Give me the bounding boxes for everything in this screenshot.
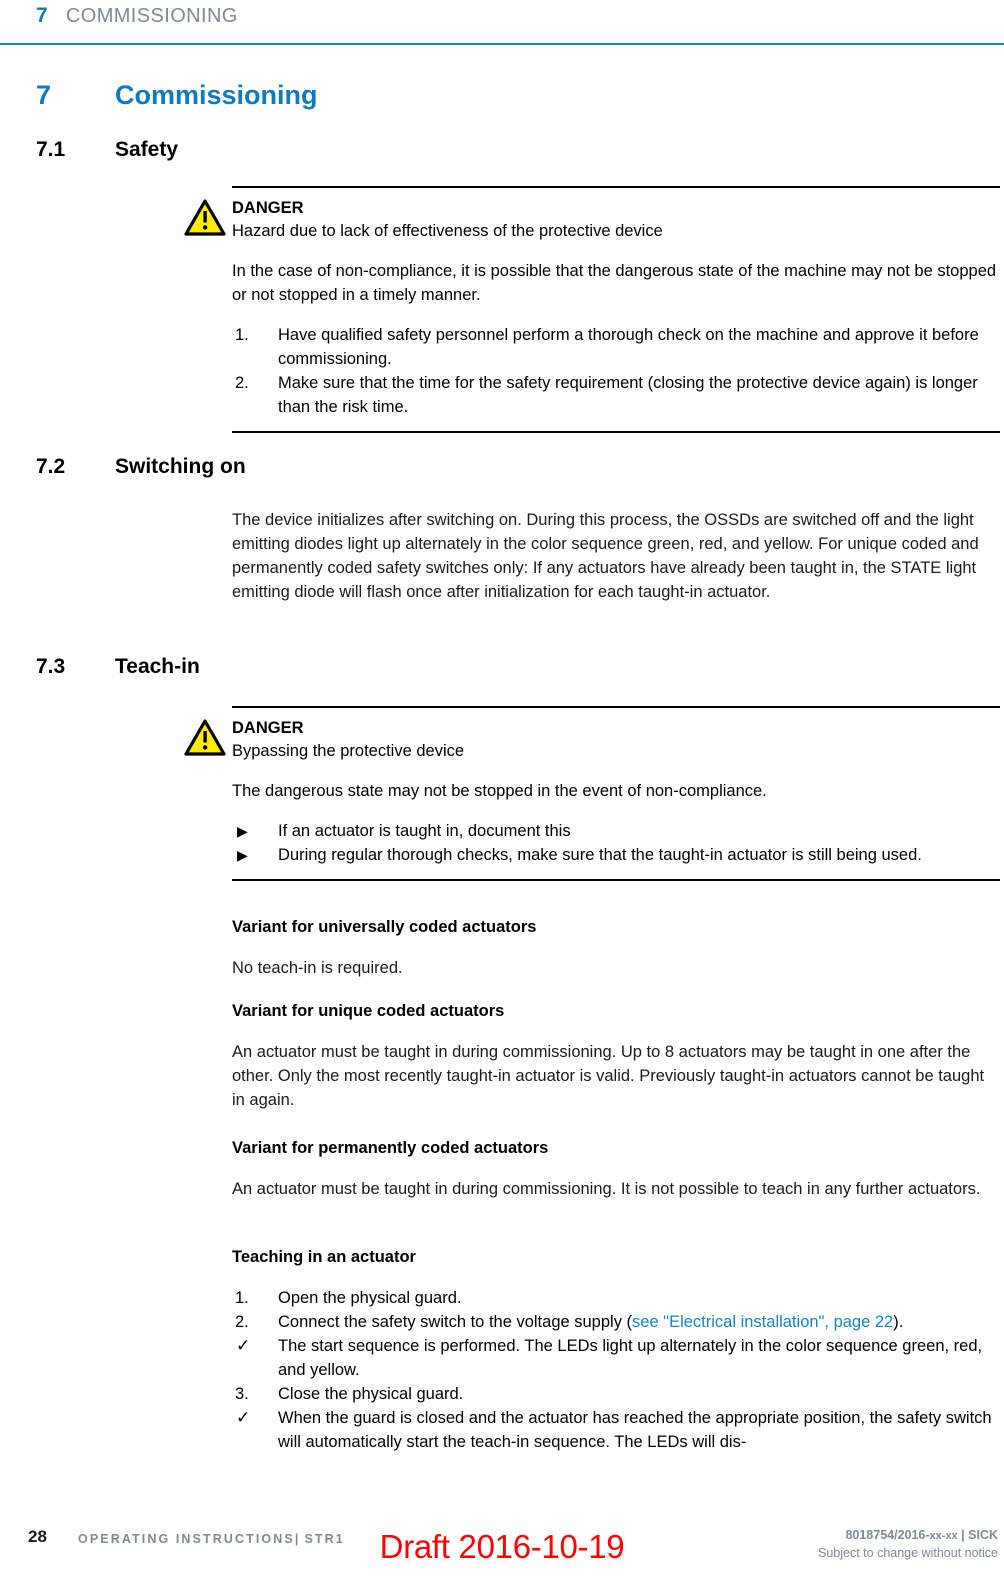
- list-marker: 2.: [235, 1313, 249, 1331]
- list-item-text-before: Connect the safety switch to the voltage…: [278, 1313, 633, 1331]
- chapter-heading: 7 Commissioning: [0, 80, 1004, 111]
- list-item: 2. Make sure that the time for the safet…: [232, 371, 1000, 419]
- list-item-text: Make sure that the time for the safety r…: [278, 374, 978, 416]
- section-number-safety: 7.1: [36, 138, 66, 161]
- list-item-text: The start sequence is performed. The LED…: [278, 1337, 983, 1379]
- document-page: 7 COMMISSIONING 7 Commissioning 7.1 Safe…: [0, 0, 1004, 1581]
- switching-on-paragraph: The device initializes after switching o…: [232, 511, 979, 601]
- teaching-procedure: Teaching in an actuator 1. Open the phys…: [232, 1245, 1000, 1454]
- danger-label: DANGER: [232, 719, 304, 737]
- chapter-number: 7: [36, 80, 52, 110]
- section-title-switching-on: Switching on: [115, 455, 246, 478]
- variant-heading: Variant for permanently coded actuators: [232, 1139, 549, 1157]
- procedure-heading: Teaching in an actuator: [232, 1248, 416, 1266]
- list-item: ✓ The start sequence is performed. The L…: [232, 1334, 1000, 1382]
- list-marker: 1.: [235, 1289, 249, 1307]
- list-item: ▶ If an actuator is taught in, document …: [232, 819, 1000, 843]
- chapter-title: Commissioning: [115, 80, 318, 110]
- variant-body: An actuator must be taught in during com…: [232, 1043, 985, 1109]
- arrow-bullet-icon: ▶: [237, 823, 248, 839]
- list-item-text-after: ).: [893, 1313, 904, 1331]
- danger-label: DANGER: [232, 199, 304, 217]
- variant-unique-coded: Variant for unique coded actuators An ac…: [232, 999, 1000, 1112]
- list-marker: 2.: [235, 374, 249, 392]
- variant-body: An actuator must be taught in during com…: [232, 1180, 981, 1198]
- switching-on-body: The device initializes after switching o…: [232, 508, 1000, 604]
- header-divider-rule: [0, 43, 1004, 45]
- danger-subtitle: Hazard due to lack of effectiveness of t…: [232, 222, 663, 240]
- danger-description: The dangerous state may not be stopped i…: [232, 782, 767, 800]
- section-title-safety: Safety: [115, 138, 179, 161]
- section-number-switching-on: 7.2: [36, 455, 66, 478]
- list-item-text: During regular thorough checks, make sur…: [278, 846, 922, 864]
- danger-subtitle: Bypassing the protective device: [232, 742, 465, 760]
- danger-description: In the case of non-compliance, it is pos…: [232, 262, 997, 304]
- cross-reference-link[interactable]: see "Electrical installation", page 22: [632, 1313, 893, 1331]
- checkmark-icon: ✓: [236, 1336, 251, 1355]
- variant-body: No teach-in is required.: [232, 959, 403, 977]
- danger-admonition-teach-in: DANGER Bypassing the protective device T…: [184, 706, 1000, 881]
- checkmark-icon: ✓: [236, 1408, 251, 1427]
- variant-permanently-coded: Variant for permanently coded actuators …: [232, 1136, 1000, 1201]
- list-item: ▶ During regular thorough checks, make s…: [232, 843, 1000, 867]
- danger-admonition-safety: DANGER Hazard due to lack of effectivene…: [184, 186, 1000, 433]
- variant-heading: Variant for unique coded actuators: [232, 1002, 505, 1020]
- danger-bullets-list: ▶ If an actuator is taught in, document …: [232, 819, 1000, 867]
- section-heading-teach-in: 7.3 Teach-in: [0, 655, 1004, 679]
- draft-watermark: Draft 2016-10-19: [379, 1528, 625, 1565]
- variant-universally-coded: Variant for universally coded actuators …: [232, 915, 1000, 980]
- running-header: 7 COMMISSIONING: [36, 4, 238, 28]
- list-marker: 1.: [235, 326, 249, 344]
- list-item-text: When the guard is closed and the actuato…: [278, 1409, 992, 1451]
- list-item-text: Have qualified safety personnel perform …: [278, 326, 979, 368]
- list-item: 1. Have qualified safety personnel perfo…: [232, 323, 1000, 371]
- warning-triangle-icon: [184, 199, 226, 237]
- list-item: ✓ When the guard is closed and the actua…: [232, 1406, 1000, 1454]
- list-item-text: Close the physical guard.: [278, 1385, 464, 1403]
- warning-triangle-icon: [184, 719, 226, 757]
- section-heading-switching-on: 7.2 Switching on: [0, 455, 1004, 479]
- list-item: 3. Close the physical guard.: [232, 1382, 1000, 1406]
- running-header-chapter-title: COMMISSIONING: [65, 5, 238, 27]
- list-item-text: If an actuator is taught in, document th…: [278, 822, 571, 840]
- procedure-steps-list: 1. Open the physical guard. 2. Connect t…: [232, 1286, 1000, 1454]
- section-number-teach-in: 7.3: [36, 655, 66, 678]
- danger-steps-list: 1. Have qualified safety personnel perfo…: [232, 323, 1000, 419]
- list-item: 1. Open the physical guard.: [232, 1286, 1000, 1310]
- section-title-teach-in: Teach-in: [115, 655, 200, 678]
- variant-heading: Variant for universally coded actuators: [232, 918, 537, 936]
- section-heading-safety: 7.1 Safety: [0, 138, 1004, 162]
- list-item-text: Open the physical guard.: [278, 1289, 462, 1307]
- list-item: 2. Connect the safety switch to the volt…: [232, 1310, 1000, 1334]
- running-header-chapter-number: 7: [36, 4, 48, 27]
- list-marker: 3.: [235, 1385, 249, 1403]
- arrow-bullet-icon: ▶: [237, 847, 248, 863]
